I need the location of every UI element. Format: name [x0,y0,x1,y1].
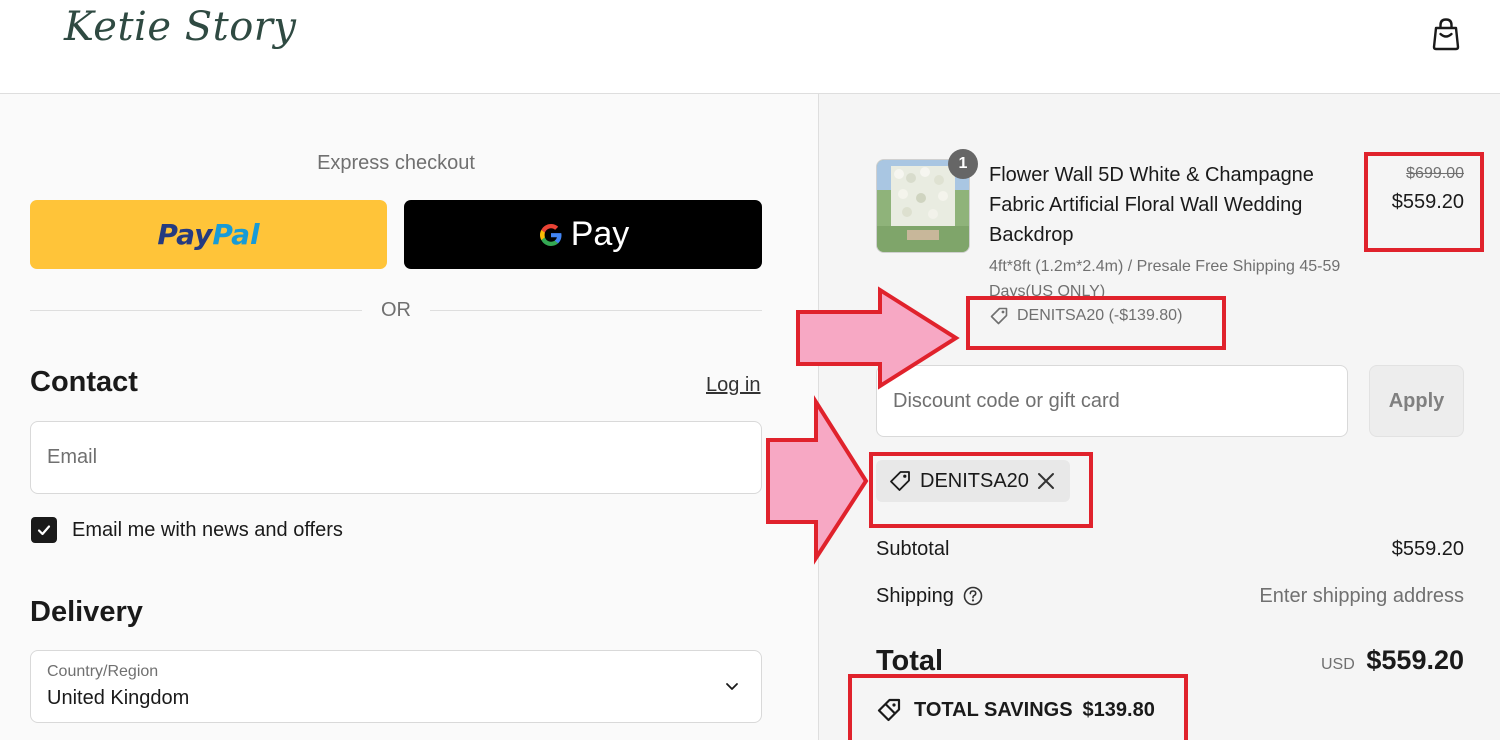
tag-icon [877,698,901,722]
total-savings-label: TOTAL SAVINGS [914,698,1073,721]
shipping-value: Enter shipping address [1259,585,1464,607]
email-field[interactable] [30,421,762,494]
express-checkout-title: Express checkout [317,152,475,174]
chevron-down-icon [726,683,738,690]
country-region-select[interactable]: Country/Region United Kingdom [30,650,762,723]
tag-icon [990,307,1008,325]
gpay-label: Pay [570,215,630,253]
product-title: Flower Wall 5D White & Champagne Fabric … [989,164,1314,246]
checkmark-icon [37,525,51,536]
order-summary-panel: 1 Flower Wall 5D White & Champagne Fabri… [818,94,1500,740]
store-logo[interactable]: Ketie Story [64,4,297,50]
login-link[interactable]: Log in [706,374,761,397]
total-savings: TOTAL SAVINGS $139.80 [876,697,1155,723]
shopping-bag-icon[interactable] [1428,16,1464,52]
product-variant: 4ft*8ft (1.2m*2.4m) / Presale Free Shipp… [989,258,1341,300]
subtotal-value: $559.20 [1391,538,1464,560]
help-icon[interactable] [962,585,984,607]
news-offers-label: Email me with news and offers [72,519,343,541]
applied-discount-code: DENITSA20 [920,469,1029,492]
checkout-form-panel: Express checkout PayPal Pay OR Contact L… [0,94,818,740]
apply-discount-button[interactable]: Apply [1369,365,1464,437]
delivery-heading: Delivery [30,596,143,628]
item-discount-text: DENITSA20 (-$139.80) [1017,307,1183,324]
country-region-label: Country/Region [47,663,159,680]
site-header: Ketie Story [0,0,1500,94]
total-label: Total [876,645,944,677]
shipping-label: Shipping [876,585,954,607]
news-offers-checkbox[interactable] [31,517,57,543]
item-discount-line: DENITSA20 (-$139.80) [989,306,1182,326]
country-region-value: United Kingdom [47,687,190,709]
total-savings-value: $139.80 [1082,698,1155,721]
google-pay-button[interactable]: Pay [404,200,762,269]
google-g-icon [539,223,562,246]
paypal-logo: PayPal [157,218,260,251]
paypal-button[interactable]: PayPal [30,200,387,269]
or-label: OR [381,299,411,321]
contact-heading: Contact [30,366,138,398]
or-divider: OR [30,299,762,321]
discounted-price: $559.20 [1391,191,1464,213]
original-price: $699.00 [1406,165,1464,182]
close-icon[interactable] [1034,469,1058,493]
total-currency: USD [1321,656,1355,673]
quantity-badge: 1 [948,149,978,179]
applied-discount-chip: DENITSA20 [876,460,1070,502]
discount-code-input[interactable] [876,365,1348,437]
subtotal-label: Subtotal [876,538,950,560]
total-value: $559.20 [1366,645,1464,675]
tag-icon [890,471,910,491]
